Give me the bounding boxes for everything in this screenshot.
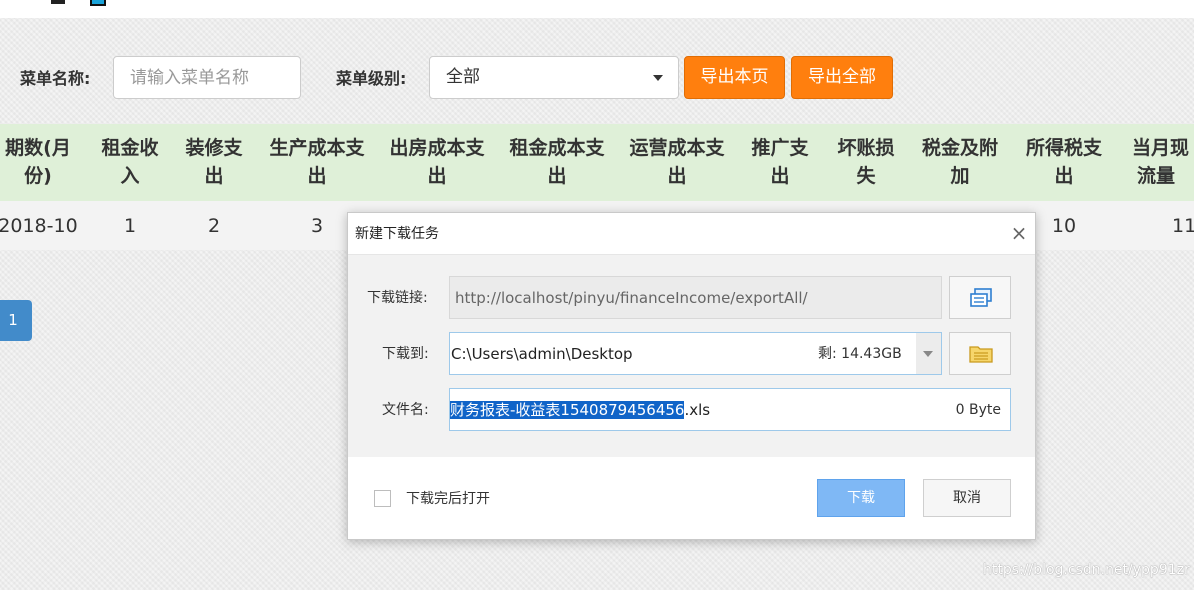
- menu-level-label: 菜单级别:: [336, 69, 407, 88]
- th-operation-cost: 运营成本支出: [629, 137, 725, 187]
- download-button[interactable]: 下载: [817, 479, 905, 517]
- filename-field[interactable]: 财务报表-收益表1540879456456.xls 0 Byte: [449, 388, 1011, 431]
- th-period: 期数(月 份): [5, 137, 71, 187]
- menu-level-select[interactable]: 全部: [429, 56, 679, 99]
- th-cash-flow: 当月现 流量: [1132, 137, 1190, 187]
- download-dialog: 新建下载任务 × 下载链接: http://localhost/pinyu/fi…: [347, 212, 1036, 540]
- menu-name-input[interactable]: [113, 56, 301, 99]
- close-icon[interactable]: ×: [1008, 222, 1030, 244]
- cell-cash-flow: 11: [1172, 215, 1194, 237]
- file-size: 0 Byte: [955, 402, 1001, 418]
- cancel-button[interactable]: 取消: [923, 479, 1011, 517]
- filename-extension: .xls: [684, 401, 711, 419]
- th-rent-cost: 租金成本支出: [509, 137, 605, 187]
- open-after-checkbox[interactable]: [374, 490, 391, 507]
- open-after-label[interactable]: 下载完后打开: [406, 489, 490, 509]
- th-decoration: 装修支出: [185, 137, 243, 187]
- menu-name-label: 菜单名称:: [20, 69, 91, 88]
- filename-selected-text: 财务报表-收益表1540879456456: [450, 401, 685, 419]
- caret-down-icon: [923, 351, 933, 357]
- page-button-1[interactable]: 1: [0, 300, 32, 341]
- dialog-titlebar: 新建下载任务 ×: [348, 213, 1035, 255]
- th-rent-income: 租金收入: [101, 137, 159, 187]
- logo-icon: [90, 0, 106, 6]
- copy-icon: [970, 288, 992, 307]
- export-all-button[interactable]: 导出全部: [791, 56, 893, 99]
- save-path-field[interactable]: C:\Users\admin\Desktop 剩: 14.43GB: [449, 332, 942, 375]
- caret-down-icon: [653, 75, 663, 81]
- export-page-button[interactable]: 导出本页: [684, 56, 785, 99]
- th-tax-surcharge: 税金及附加: [921, 137, 998, 187]
- browse-folder-button[interactable]: [949, 332, 1011, 375]
- download-link-label: 下载链接:: [367, 290, 428, 306]
- copy-link-button[interactable]: [949, 276, 1011, 319]
- cell-decoration: 2: [207, 215, 221, 237]
- th-room-cost: 出房成本支出: [389, 137, 485, 187]
- path-dropdown[interactable]: [916, 333, 941, 374]
- th-promotion: 推广支出: [751, 137, 809, 187]
- cell-rent-income: 1: [123, 215, 137, 237]
- dialog-title: 新建下载任务: [355, 226, 439, 242]
- save-path-value: C:\Users\admin\Desktop: [451, 345, 633, 363]
- download-link-field[interactable]: http://localhost/pinyu/financeIncome/exp…: [449, 276, 942, 319]
- watermark: https://blog.csdn.net/ypp91zr: [983, 562, 1190, 578]
- free-space: 剩: 14.43GB: [818, 346, 902, 362]
- menu-level-value: 全部: [446, 67, 480, 87]
- filename-label: 文件名:: [382, 402, 429, 418]
- th-production-cost: 生产成本支出: [269, 137, 365, 187]
- cell-period: 2018-10: [0, 215, 78, 237]
- top-header: [0, 0, 1194, 18]
- th-bad-debt: 坏账损失: [837, 137, 895, 187]
- th-income-tax: 所得税支出: [1025, 137, 1102, 187]
- save-to-label: 下载到:: [382, 346, 429, 362]
- logo-mark: [51, 0, 65, 4]
- folder-icon: [969, 346, 993, 363]
